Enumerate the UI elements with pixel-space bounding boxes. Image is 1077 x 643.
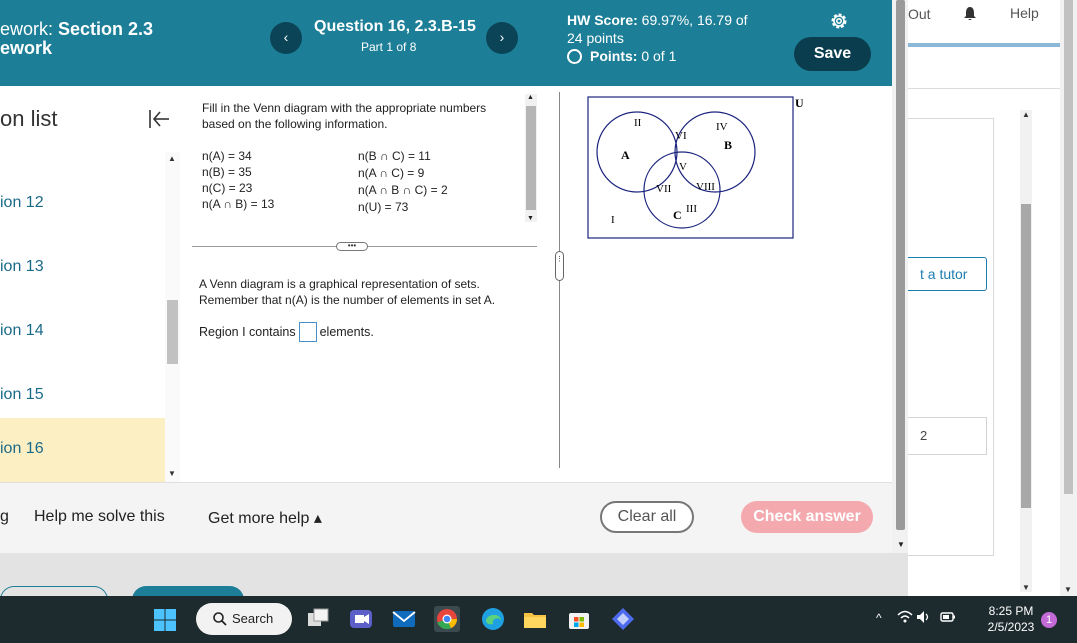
scroll-down-icon[interactable]: ▼ <box>1022 583 1030 592</box>
header-bar: ework: Section 2.3 ework ‹ Question 16, … <box>0 0 892 86</box>
given-values-left: n(A) = 34 n(B) = 35 n(C) = 23 n(A ∩ B) =… <box>202 149 275 211</box>
universe-rect <box>587 96 794 239</box>
scroll-up-icon[interactable]: ▲ <box>168 154 176 163</box>
info-box: 2 <box>906 417 987 455</box>
venn-note: A Venn diagram is a graphical representa… <box>199 277 496 307</box>
hw-points-total: 24 points <box>567 30 624 46</box>
scroll-thumb[interactable] <box>1064 0 1073 494</box>
notification-badge[interactable]: 1 <box>1041 612 1057 628</box>
taskbar-search[interactable]: Search <box>196 603 292 635</box>
background-page: Out Help t a tutor 2 ▲ ▼ ▼ <box>892 0 1077 596</box>
question-scrollbar[interactable]: ▲ ▼ <box>525 94 537 222</box>
check-answer-button[interactable]: Check answer <box>741 501 873 533</box>
region-vi-label: VI <box>675 130 687 142</box>
region-v-label: V <box>679 161 687 173</box>
side-panel: t a tutor 2 <box>906 118 994 556</box>
mail-icon[interactable] <box>391 606 417 632</box>
task-view-icon[interactable] <box>305 606 331 632</box>
underlying-page <box>0 553 908 606</box>
region-vii-label: VII <box>656 183 672 195</box>
set-b-label: B <box>724 138 732 152</box>
collapse-sidebar-icon[interactable] <box>147 107 171 131</box>
sidebar-item-question-12[interactable]: ion 12 <box>0 172 165 236</box>
sidebar-scrollbar[interactable]: ▲ ▼ <box>165 152 180 482</box>
scroll-down-icon[interactable]: ▼ <box>527 215 534 222</box>
windows-start-icon[interactable] <box>153 608 177 632</box>
previous-question-button[interactable]: ‹ <box>270 22 302 54</box>
search-icon <box>213 612 227 626</box>
wifi-icon[interactable] <box>897 610 913 624</box>
show-more-button[interactable]: ••• <box>336 242 368 251</box>
save-button[interactable]: Save <box>794 37 871 71</box>
help-link[interactable]: Help <box>1010 5 1039 21</box>
region-ii-label: II <box>634 117 642 129</box>
sign-out-link[interactable]: Out <box>908 6 931 22</box>
get-more-help-button[interactable]: Get more help ▴ <box>208 508 322 528</box>
region-viii-label: VIII <box>696 181 715 193</box>
universe-label: U <box>795 96 803 110</box>
question-window: ework: Section 2.3 ework ‹ Question 16, … <box>0 0 892 553</box>
panel-scrollbar[interactable]: ▲ ▼ <box>1020 110 1032 592</box>
question-list-sidebar: on list ion 12 ion 13 ion 14 ion 15 ion … <box>0 86 180 482</box>
sidebar-item-question-14[interactable]: ion 14 <box>0 300 165 364</box>
scroll-down-icon[interactable]: ▼ <box>1064 585 1072 594</box>
scroll-down-icon[interactable]: ▼ <box>168 469 176 478</box>
gear-icon[interactable] <box>829 11 849 31</box>
edge-icon[interactable] <box>480 606 506 632</box>
app-diamond-icon[interactable] <box>610 606 636 632</box>
file-explorer-icon[interactable] <box>522 606 548 632</box>
question-points: Points: 0 of 1 <box>567 48 676 64</box>
chevron-up-icon[interactable]: ^ <box>876 611 882 625</box>
region-i-label: I <box>611 214 615 226</box>
microsoft-store-icon[interactable] <box>566 606 592 632</box>
question-part: Part 1 of 8 <box>361 40 417 54</box>
clear-all-button[interactable]: Clear all <box>600 501 694 533</box>
chrome-icon[interactable] <box>434 606 460 632</box>
battery-icon[interactable] <box>939 610 956 624</box>
help-me-solve-button[interactable]: Help me solve this <box>34 508 165 526</box>
question-panel: Fill in the Venn diagram with the approp… <box>192 86 540 482</box>
page-scrollbar[interactable]: ▼ <box>1060 0 1077 596</box>
assignment-subtitle: ework <box>0 38 53 58</box>
system-tray[interactable]: ^ <box>876 610 956 625</box>
partial-label: g <box>0 508 9 525</box>
hw-score: HW Score: 69.97%, 16.79 of <box>567 12 748 28</box>
scroll-thumb[interactable] <box>167 300 178 364</box>
region-i-answer-input[interactable] <box>298 322 317 342</box>
windows-taskbar: Search ^ 8:25 PM 2/5/2023 1 <box>0 596 1077 643</box>
scroll-thumb[interactable] <box>896 0 905 530</box>
teams-chat-icon[interactable] <box>348 606 374 632</box>
taskbar-clock[interactable]: 8:25 PM 2/5/2023 <box>983 603 1039 635</box>
scroll-thumb[interactable] <box>526 106 536 210</box>
scroll-up-icon[interactable]: ▲ <box>1022 110 1030 119</box>
sidebar-item-question-13[interactable]: ion 13 <box>0 236 165 300</box>
question-instruction: Fill in the Venn diagram with the approp… <box>202 101 487 131</box>
venn-diagram: U A B C I II III IV V VI VII VIII <box>587 96 803 239</box>
next-question-button[interactable]: › <box>486 22 518 54</box>
panel-resize-handle[interactable]: ⋮ <box>555 251 564 281</box>
scroll-down-icon[interactable]: ▼ <box>897 540 905 549</box>
given-values-right: n(B ∩ C) = 11 n(A ∩ C) = 9 n(A ∩ B ∩ C) … <box>358 149 448 214</box>
bottom-action-bar: g Help me solve this Get more help ▴ Cle… <box>0 482 892 553</box>
answer-line: Region I contains elements. <box>199 322 374 342</box>
assignment-title: ework: Section 2.3 <box>0 19 154 39</box>
question-title: Question 16, 2.3.B-15 <box>314 18 476 35</box>
volume-icon[interactable] <box>916 610 932 624</box>
bell-icon[interactable] <box>962 6 978 22</box>
sidebar-item-question-16[interactable]: ion 16 <box>0 418 165 482</box>
scroll-thumb[interactable] <box>1021 204 1031 508</box>
divider <box>906 88 1060 89</box>
set-a-label: A <box>621 148 630 162</box>
set-c-label: C <box>673 208 682 222</box>
ask-tutor-button[interactable]: t a tutor <box>906 257 987 291</box>
region-iii-label: III <box>686 203 697 215</box>
active-tab-underline <box>906 43 1060 47</box>
region-iv-label: IV <box>716 121 728 133</box>
question-list-title: on list <box>0 106 58 131</box>
scroll-up-icon[interactable]: ▲ <box>527 94 534 101</box>
window-scrollbar[interactable]: ▼ <box>892 0 908 553</box>
points-circle-icon <box>567 49 582 64</box>
